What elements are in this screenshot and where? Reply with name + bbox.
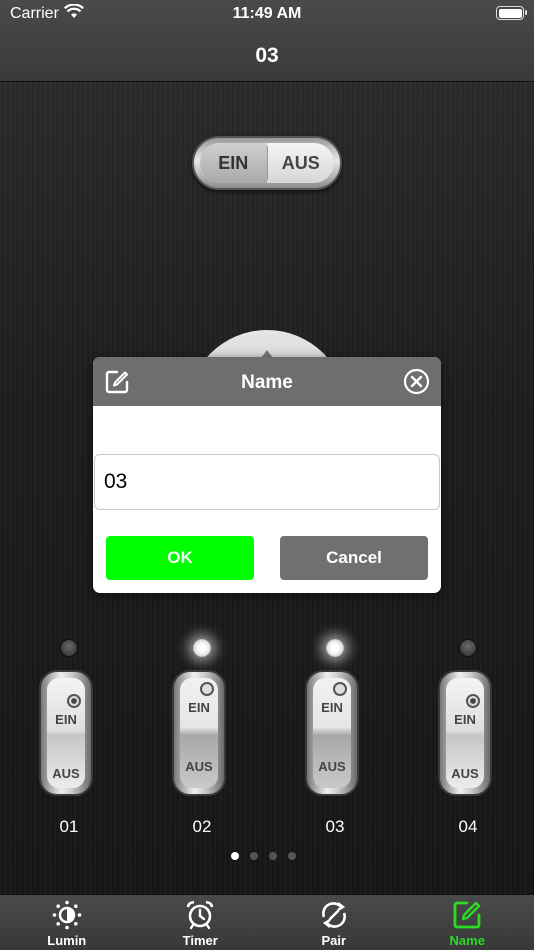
- channel-toggle-switch[interactable]: EIN AUS: [39, 670, 93, 796]
- close-icon[interactable]: [403, 368, 430, 400]
- tab-label: Timer: [182, 933, 218, 948]
- on-label: EIN: [55, 712, 77, 727]
- tab-label: Name: [449, 933, 485, 948]
- alarm-clock-icon: [185, 900, 215, 930]
- channel-toggle-switch[interactable]: EIN AUS: [172, 670, 226, 796]
- dialog-header: Name: [93, 357, 441, 406]
- master-on-segment[interactable]: EIN: [200, 143, 267, 183]
- off-label: AUS: [318, 759, 346, 774]
- name-input[interactable]: [94, 454, 440, 510]
- off-label: AUS: [52, 766, 80, 781]
- on-label: EIN: [454, 712, 476, 727]
- tab-bar: Lumin Timer Pair Name: [0, 894, 534, 950]
- status-bar: Carrier 11:49 AM: [0, 0, 534, 28]
- page-dot[interactable]: [250, 852, 258, 860]
- channel-03: EIN AUS 03: [305, 636, 365, 836]
- indicator-ring-icon: [333, 682, 347, 696]
- channel-04: EIN AUS 04: [438, 636, 498, 836]
- master-off-segment[interactable]: AUS: [268, 153, 335, 174]
- master-on-off-switch[interactable]: EIN AUS: [192, 136, 342, 190]
- brightness-icon: [52, 900, 82, 930]
- rename-dialog: Name OK Cancel: [93, 357, 441, 593]
- off-label: AUS: [185, 759, 213, 774]
- top-bar: Carrier 11:49 AM 03: [0, 0, 534, 82]
- channel-led: [459, 639, 477, 657]
- channel-toggle-switch[interactable]: EIN AUS: [438, 670, 492, 796]
- page-title: 03: [255, 44, 279, 67]
- page-dot[interactable]: [288, 852, 296, 860]
- page-dot[interactable]: [269, 852, 277, 860]
- tab-label: Lumin: [47, 933, 87, 948]
- edit-icon: [452, 900, 482, 930]
- channel-toggle-switch[interactable]: EIN AUS: [305, 670, 359, 796]
- indicator-ring-icon: [200, 682, 214, 696]
- channel-led: [60, 639, 78, 657]
- page-dot[interactable]: [231, 852, 239, 860]
- cancel-button[interactable]: Cancel: [280, 536, 428, 580]
- off-label: AUS: [451, 766, 479, 781]
- indicator-ring-icon: [67, 694, 81, 708]
- channel-led: [326, 639, 344, 657]
- page-indicator[interactable]: [231, 852, 296, 860]
- tab-timer[interactable]: Timer: [134, 895, 268, 950]
- tab-name[interactable]: Name: [401, 895, 534, 950]
- on-label: EIN: [188, 700, 210, 715]
- channel-led: [193, 639, 211, 657]
- sync-icon: [319, 900, 349, 930]
- channel-02: EIN AUS 02: [172, 636, 232, 836]
- tab-pair[interactable]: Pair: [267, 895, 401, 950]
- on-label: EIN: [321, 700, 343, 715]
- tab-lumin[interactable]: Lumin: [0, 895, 134, 950]
- tab-label: Pair: [321, 933, 347, 948]
- channel-label: 03: [325, 817, 345, 836]
- ok-button[interactable]: OK: [106, 536, 254, 580]
- indicator-ring-icon: [466, 694, 480, 708]
- dialog-title: Name: [241, 372, 293, 393]
- channel-label: 02: [192, 817, 212, 836]
- channel-label: 01: [59, 817, 79, 836]
- channel-label: 04: [458, 817, 478, 836]
- battery-icon: [496, 6, 527, 20]
- status-time: 11:49 AM: [232, 5, 302, 22]
- channel-01: EIN AUS 01: [39, 636, 99, 836]
